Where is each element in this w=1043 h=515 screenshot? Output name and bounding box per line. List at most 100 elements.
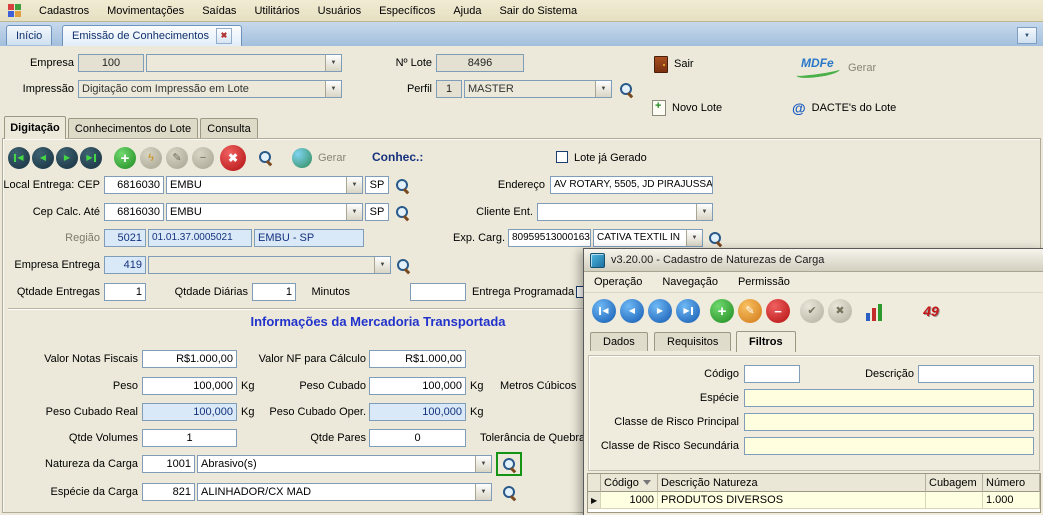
grid-header-codigo[interactable]: Código [601, 474, 658, 492]
remove-record-button[interactable]: − [192, 147, 214, 169]
natureza-combobox[interactable]: Abrasivo(s) ▼ [197, 455, 492, 473]
dialog-menu-permissao[interactable]: Permissão [738, 276, 790, 288]
dialog-cancel-button[interactable]: ✖ [828, 299, 852, 323]
dropdown-arrow-icon[interactable]: ▼ [696, 204, 712, 220]
impressao-combobox[interactable]: Digitação com Impressão em Lote ▼ [78, 80, 342, 98]
local-uf-field[interactable]: SP [365, 176, 389, 194]
local-cidade-combobox[interactable]: EMBU ▼ [166, 176, 363, 194]
cep-calc-uf-field[interactable]: SP [365, 203, 389, 221]
dialog-next-button[interactable]: ▶ [648, 299, 672, 323]
grid-header-descricao[interactable]: Descrição Natureza [658, 474, 926, 492]
tab-emissao-conhecimentos[interactable]: Emissão de Conhecimentos ✖ [62, 25, 242, 46]
valor-notas-fiscais-field[interactable]: R$1.000,00 [142, 350, 237, 368]
local-cep-search-button[interactable] [393, 176, 411, 194]
grid-header-cubagem[interactable]: Cubagem [926, 474, 983, 492]
badge-49-button[interactable]: 49 [918, 299, 944, 323]
cep-calc-cidade-combobox[interactable]: EMBU ▼ [166, 203, 363, 221]
especie-combobox[interactable]: ALINHADOR/CX MAD ▼ [197, 483, 492, 501]
especie-cod-field[interactable]: 821 [142, 483, 195, 501]
natureza-search-icon[interactable] [501, 456, 517, 472]
perfil-combobox[interactable]: MASTER ▼ [464, 80, 612, 98]
dialog-add-button[interactable]: + [710, 299, 734, 323]
exp-carg-cnpj-field[interactable]: 80959513000163 [508, 229, 591, 247]
dialog-menu-operacao[interactable]: Operação [594, 276, 642, 288]
dialog-last-button[interactable]: ▶ [676, 299, 700, 323]
first-record-button[interactable]: ◀ [8, 147, 30, 169]
dropdown-arrow-icon[interactable]: ▼ [686, 230, 702, 246]
menu-item-usuarios[interactable]: Usuários [318, 5, 361, 17]
add-record-button[interactable]: + [114, 147, 136, 169]
tab-inicio[interactable]: Início [6, 25, 53, 45]
dialog-tab-requisitos[interactable]: Requisitos [654, 332, 732, 351]
dropdown-arrow-icon[interactable]: ▼ [325, 81, 341, 97]
menu-item-especificos[interactable]: Específicos [379, 5, 435, 17]
last-record-button[interactable]: ▶ [80, 147, 102, 169]
search-button[interactable] [256, 148, 274, 166]
dropdown-arrow-icon[interactable]: ▼ [475, 484, 491, 500]
qtde-volumes-field[interactable]: 1 [142, 429, 237, 447]
cliente-ent-combobox[interactable]: ▼ [537, 203, 713, 221]
endereco-field[interactable]: AV ROTARY, 5505, JD PIRAJUSSARA [550, 176, 713, 194]
empresa-entrega-combobox[interactable]: ▼ [148, 256, 391, 274]
prev-record-button[interactable]: ◀ [32, 147, 54, 169]
cep-calc-search-button[interactable] [393, 203, 411, 221]
dropdown-arrow-icon[interactable]: ▼ [346, 204, 362, 220]
peso-field[interactable]: 100,000 [142, 377, 237, 395]
cancel-button[interactable]: ✖ [220, 145, 246, 171]
grid-data-row[interactable]: ▶ 1000 PRODUTOS DIVERSOS 1.000 [588, 492, 1040, 509]
menu-item-ajuda[interactable]: Ajuda [453, 5, 481, 17]
dialog-edit-button[interactable]: ✎ [738, 299, 762, 323]
sair-button[interactable]: Sair [654, 54, 694, 74]
dialog-menu-navegacao[interactable]: Navegação [662, 276, 718, 288]
dactes-do-lote-button[interactable]: @ DACTE's do Lote [792, 98, 896, 118]
menu-item-movimentacoes[interactable]: Movimentações [107, 5, 184, 17]
dialog-classe-secundaria-field[interactable] [744, 437, 1034, 455]
empresa-entrega-search-button[interactable] [394, 256, 412, 274]
empresa-combobox[interactable]: ▼ [146, 54, 342, 72]
valor-nf-calculo-field[interactable]: R$1.000,00 [369, 350, 466, 368]
especie-search-button[interactable] [500, 483, 518, 501]
filter-icon[interactable] [642, 480, 651, 485]
chart-report-button[interactable] [866, 301, 888, 321]
qtdade-entregas-field[interactable]: 1 [104, 283, 146, 301]
menu-item-utilitarios[interactable]: Utilitários [254, 5, 299, 17]
exp-carg-combobox[interactable]: CATIVA TEXTIL IN ▼ [593, 229, 703, 247]
gerar-mdfe-button[interactable]: Gerar [848, 58, 876, 78]
dialog-descricao-field[interactable] [918, 365, 1034, 383]
dialog-tab-filtros[interactable]: Filtros [736, 331, 796, 352]
dialog-prev-button[interactable]: ◀ [620, 299, 644, 323]
novo-lote-button[interactable]: Novo Lote [652, 98, 722, 118]
cep-calc-field[interactable]: 6816030 [104, 203, 164, 221]
toolbar-gerar-button[interactable]: Gerar [318, 149, 368, 167]
dropdown-arrow-icon[interactable]: ▼ [374, 257, 390, 273]
peso-cubado-field[interactable]: 100,000 [369, 377, 466, 395]
subtab-conhecimentos-do-lote[interactable]: Conhecimentos do Lote [68, 118, 198, 139]
chevron-down-icon[interactable]: ▼ [1017, 27, 1037, 44]
minutos-field[interactable] [410, 283, 466, 301]
grid-header-numero[interactable]: Número [983, 474, 1040, 492]
natureza-cod-field[interactable]: 1001 [142, 455, 195, 473]
next-record-button[interactable]: ▶ [56, 147, 78, 169]
dropdown-arrow-icon[interactable]: ▼ [325, 55, 341, 71]
dialog-first-button[interactable]: ◀ [592, 299, 616, 323]
subtab-consulta[interactable]: Consulta [200, 118, 258, 139]
menu-item-sair-do-sistema[interactable]: Sair do Sistema [499, 5, 577, 17]
perfil-search-button[interactable] [617, 80, 635, 98]
edit-record-button[interactable]: ✎ [166, 147, 188, 169]
lightning-action-button[interactable]: ϟ [140, 147, 162, 169]
lote-ja-gerado-checkbox[interactable] [556, 151, 568, 163]
dialog-classe-principal-field[interactable] [744, 413, 1034, 431]
dropdown-arrow-icon[interactable]: ▼ [475, 456, 491, 472]
subtab-digitacao[interactable]: Digitação [4, 116, 66, 139]
close-tab-icon[interactable]: ✖ [215, 28, 232, 44]
dropdown-arrow-icon[interactable]: ▼ [595, 81, 611, 97]
menu-item-saidas[interactable]: Saídas [202, 5, 236, 17]
qtdade-diarias-field[interactable]: 1 [252, 283, 296, 301]
dialog-titlebar[interactable]: v3.20.00 - Cadastro de Naturezas de Carg… [584, 249, 1043, 272]
dialog-tab-dados[interactable]: Dados [590, 332, 648, 351]
dialog-especie-field[interactable] [744, 389, 1034, 407]
menu-item-cadastros[interactable]: Cadastros [39, 5, 89, 17]
dialog-remove-button[interactable]: − [766, 299, 790, 323]
exp-carg-search-button[interactable] [706, 229, 724, 247]
qtde-pares-field[interactable]: 0 [369, 429, 466, 447]
